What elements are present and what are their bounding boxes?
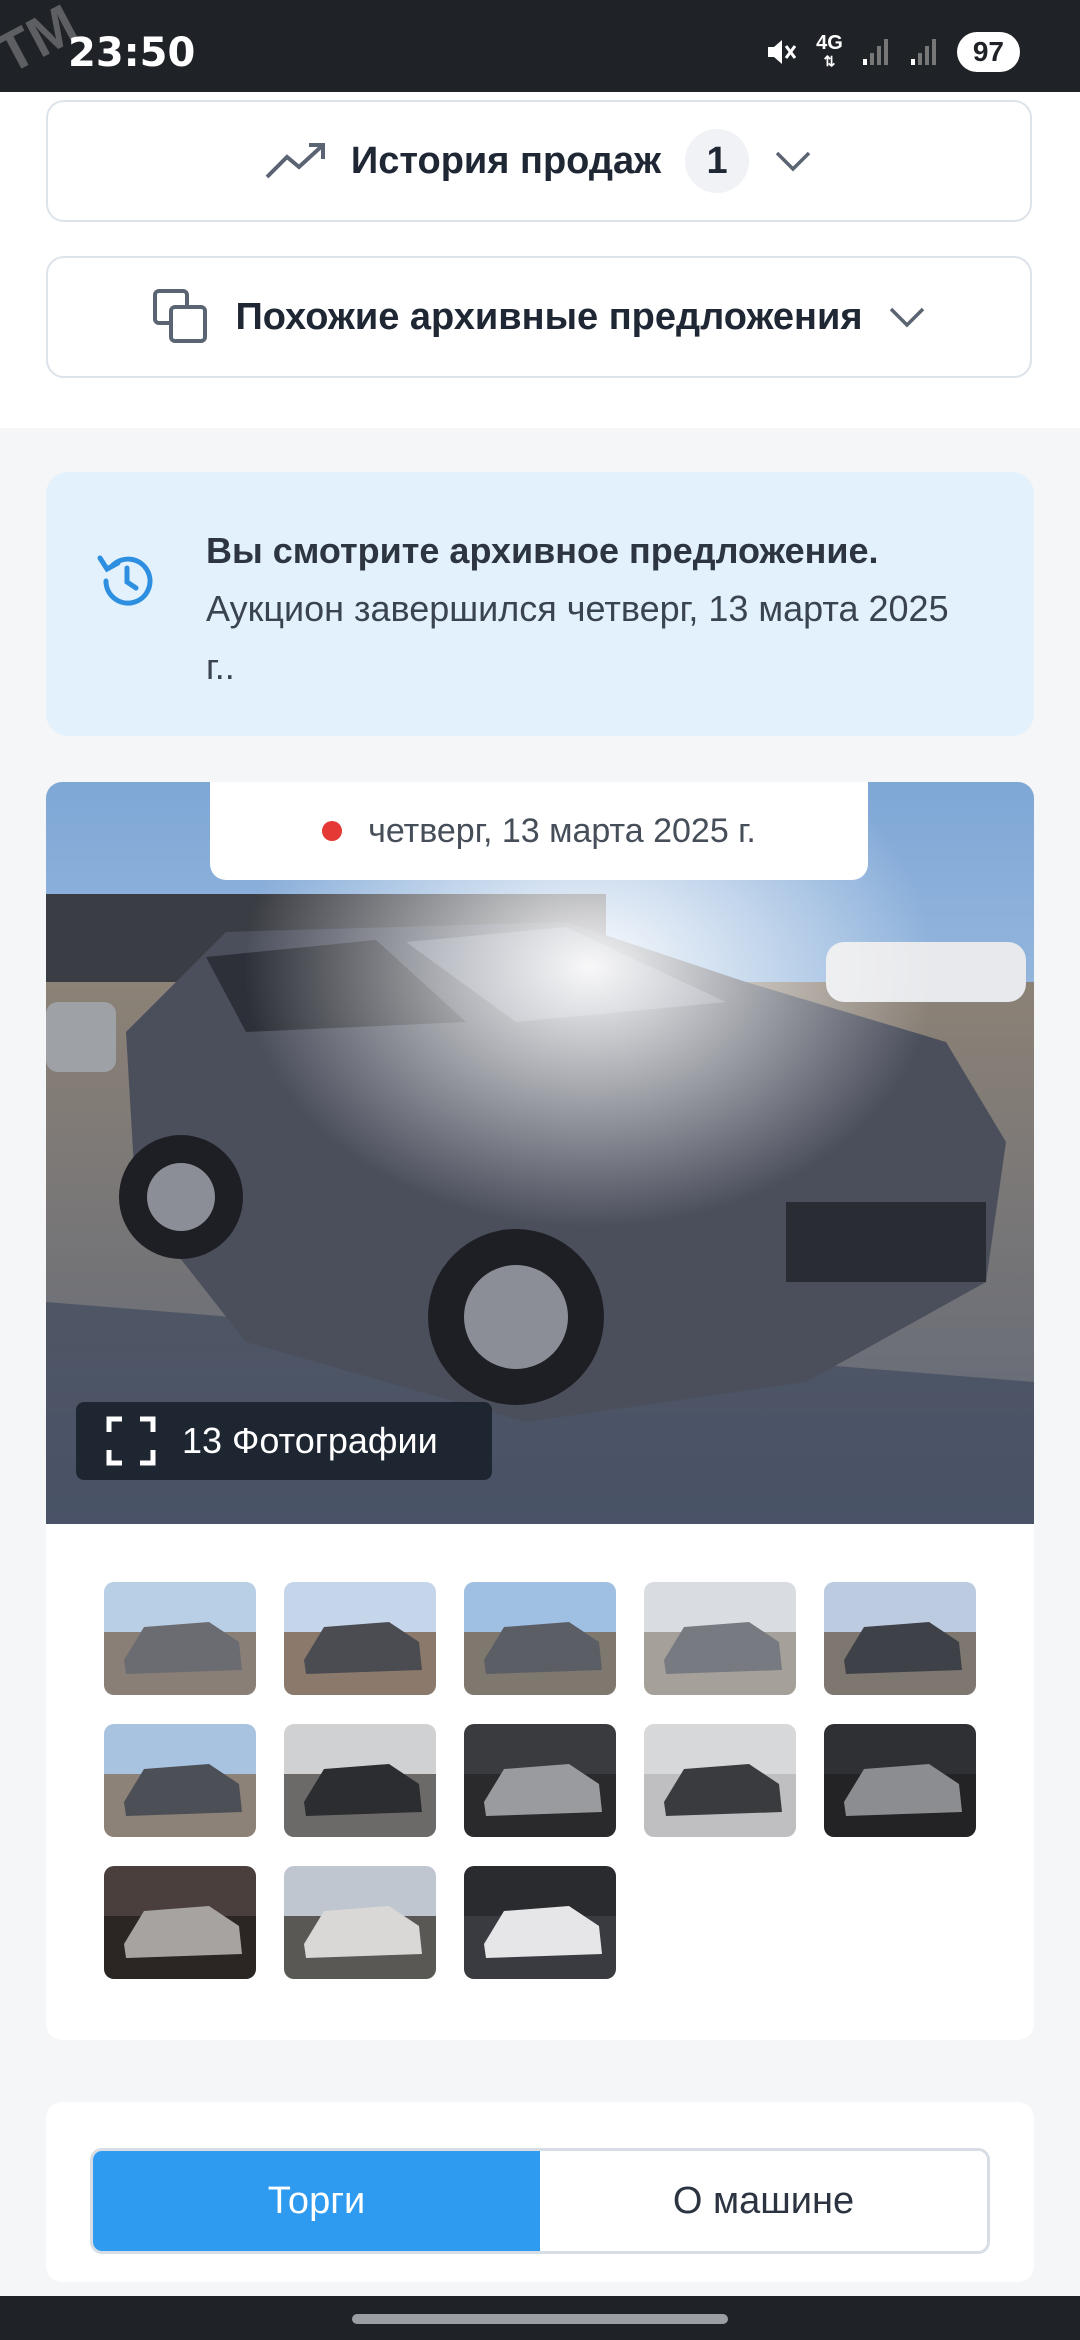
archive-notice-title: Вы смотрите архивное предложение. bbox=[206, 530, 879, 571]
thumb-5[interactable] bbox=[824, 1582, 976, 1695]
similar-offers-label: Похожие архивные предложения bbox=[235, 295, 863, 338]
auction-date: четверг, 13 марта 2025 г. bbox=[368, 811, 756, 850]
status-bar: TM 23:50 4G ⇅ 97 bbox=[0, 0, 1080, 92]
sales-history-label: История продаж bbox=[350, 139, 662, 182]
status-time: 23:50 bbox=[68, 30, 196, 76]
status-icons: 4G ⇅ 97 bbox=[764, 32, 1020, 72]
chevron-down-icon bbox=[889, 307, 924, 328]
thumb-3[interactable] bbox=[464, 1582, 616, 1695]
history-icon bbox=[97, 555, 153, 606]
tab-bidding[interactable]: Торги bbox=[93, 2151, 540, 2251]
thumb-1[interactable] bbox=[104, 1582, 256, 1695]
copy-icon bbox=[153, 289, 208, 343]
photo-gallery: четверг, 13 марта 2025 г. 13 Фотографии bbox=[46, 782, 1034, 2040]
thumb-12[interactable] bbox=[284, 1866, 436, 1979]
thumb-10[interactable] bbox=[824, 1724, 976, 1837]
fullscreen-icon bbox=[106, 1416, 156, 1466]
similar-offers-accordion[interactable]: Похожие архивные предложения bbox=[46, 256, 1032, 378]
status-dot bbox=[322, 821, 343, 841]
battery-level: 97 bbox=[956, 32, 1020, 72]
segmented-tabs: Торги О машине bbox=[90, 2148, 990, 2254]
signal-icon-2 bbox=[910, 39, 936, 65]
thumb-11[interactable] bbox=[104, 1866, 256, 1979]
tabs-card: Торги О машине bbox=[46, 2102, 1034, 2282]
trending-up-icon bbox=[265, 143, 325, 179]
accordion-section: История продаж 1 Похожие архивные предло… bbox=[0, 92, 1080, 428]
photo-count-label: 13 Фотографии bbox=[182, 1420, 438, 1461]
chevron-down-icon bbox=[775, 151, 811, 172]
network-type: 4G ⇅ bbox=[816, 32, 843, 69]
thumb-8[interactable] bbox=[464, 1724, 616, 1837]
archive-notice-message: Аукцион завершился четверг, 13 марта 202… bbox=[206, 588, 949, 687]
sales-history-accordion[interactable]: История продаж 1 bbox=[46, 100, 1032, 222]
auction-date-label: четверг, 13 марта 2025 г. bbox=[210, 782, 868, 880]
thumb-4[interactable] bbox=[644, 1582, 796, 1695]
signal-icon bbox=[862, 39, 888, 65]
thumb-13[interactable] bbox=[464, 1866, 616, 1979]
photo-count-button[interactable]: 13 Фотографии bbox=[76, 1402, 492, 1480]
mute-icon bbox=[768, 40, 797, 64]
thumb-7[interactable] bbox=[284, 1724, 436, 1837]
tab-about-car[interactable]: О машине bbox=[540, 2151, 987, 2251]
home-gesture-handle[interactable] bbox=[352, 2314, 728, 2324]
navigation-bar bbox=[0, 2296, 1080, 2340]
thumb-6[interactable] bbox=[104, 1724, 256, 1837]
sales-history-count: 1 bbox=[685, 129, 750, 193]
archive-notice: Вы смотрите архивное предложение. Аукцио… bbox=[46, 472, 1034, 736]
thumb-9[interactable] bbox=[644, 1724, 796, 1837]
thumb-2[interactable] bbox=[284, 1582, 436, 1695]
